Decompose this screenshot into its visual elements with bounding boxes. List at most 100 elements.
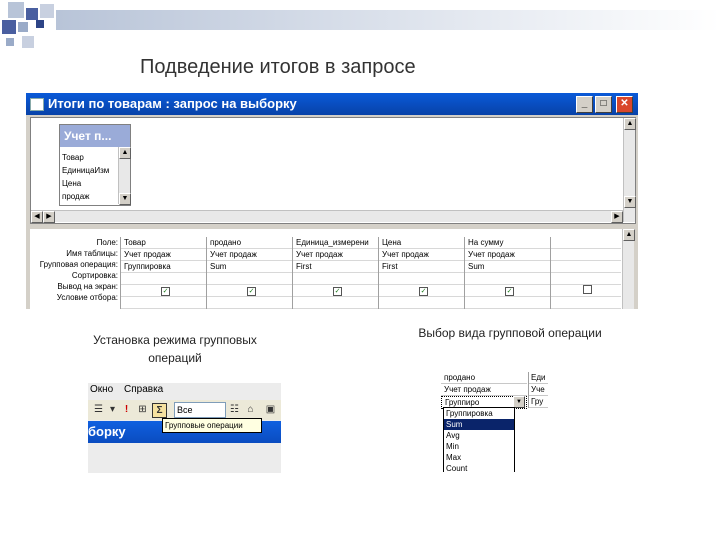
toolbar-screenshot: Окно Справка ☰ ▾ ! ⊞ Σ Все ☷ ⌂ ▣ борку Г…	[88, 383, 281, 473]
show-table-icon[interactable]: ⊞	[136, 403, 149, 416]
tables-pane-vscroll[interactable]: ▲ ▼	[623, 118, 636, 222]
dropdown-option-selected[interactable]: Sum	[444, 419, 514, 430]
grid-field-cell[interactable]: Цена	[379, 237, 465, 249]
show-checkbox-empty[interactable]	[583, 285, 592, 294]
grid-criteria-cell[interactable]	[207, 297, 293, 309]
top-decor-bar	[56, 10, 720, 30]
dropdown-arrow-icon[interactable]: ▾	[106, 403, 119, 416]
grid-criteria-cell[interactable]	[379, 297, 465, 309]
scroll-right-icon[interactable]: ▶	[43, 211, 55, 223]
grid-op-cell[interactable]	[551, 261, 621, 273]
totals-sigma-icon[interactable]: Σ	[152, 403, 167, 418]
grid-column[interactable]: Цена Учет продаж First ✓	[378, 237, 465, 309]
menu-item-window[interactable]: Окно	[90, 383, 113, 397]
grid-vscroll[interactable]: ▲	[622, 229, 635, 309]
group-operation-dropdown[interactable]: Группировка Sum Avg Min Max Count	[443, 407, 515, 472]
grid-table-cell[interactable]: Учет продаж	[121, 249, 207, 261]
field-list-scrollbar[interactable]: ▲ ▼	[118, 147, 131, 205]
grid-table-cell[interactable]: Учет продаж	[379, 249, 465, 261]
grid-op-cell[interactable]: First	[293, 261, 379, 273]
scroll-down-icon[interactable]: ▼	[119, 193, 131, 205]
dropdown-option[interactable]: Группировка	[444, 408, 514, 419]
grid-op-cell[interactable]: First	[379, 261, 465, 273]
show-checkbox[interactable]: ✓	[247, 287, 256, 296]
grid-show-cell[interactable]: ✓	[207, 285, 293, 297]
grid-column[interactable]	[550, 237, 621, 309]
grid-show-cell[interactable]: ✓	[465, 285, 551, 297]
grid-sort-cell[interactable]	[207, 273, 293, 285]
grid-criteria-cell[interactable]	[465, 297, 551, 309]
grid-table-cell[interactable]: Учет продаж	[293, 249, 379, 261]
dropdown-option[interactable]: Count	[444, 463, 514, 472]
minimize-button[interactable]: _	[576, 96, 593, 113]
caption-left: Установка режима групповых операций	[93, 333, 257, 365]
show-checkbox[interactable]: ✓	[505, 287, 514, 296]
run-icon[interactable]: !	[120, 403, 133, 416]
builder-icon[interactable]: ⌂	[244, 403, 257, 416]
grid-column[interactable]: продано Учет продаж Sum ✓	[206, 237, 293, 309]
grid-show-cell[interactable]: ✓	[379, 285, 465, 297]
grid-field-cell[interactable]: Товар	[121, 237, 207, 249]
grid-op-cell[interactable]: Группировка	[121, 261, 207, 273]
scroll-left-icon[interactable]: ◀	[31, 211, 43, 223]
grid-cell[interactable]: Гру	[529, 396, 548, 408]
grid-table-cell[interactable]	[551, 249, 621, 261]
window-icon[interactable]: ▣	[264, 403, 277, 416]
grid-cell[interactable]: Учет продаж	[441, 384, 527, 396]
grid-cell[interactable]: Еди	[529, 372, 548, 384]
grid-field-cell[interactable]: На сумму	[465, 237, 551, 249]
grid-criteria-cell[interactable]	[551, 297, 621, 309]
row-label: Вывод на экран:	[57, 282, 118, 291]
dropdown-option[interactable]: Max	[444, 452, 514, 463]
menu-item-help[interactable]: Справка	[124, 383, 163, 397]
grid-sort-cell[interactable]	[465, 273, 551, 285]
grid-field-cell[interactable]: Единица_измерени	[293, 237, 379, 249]
totals-tooltip: Групповые операции	[162, 418, 262, 433]
grid-cell[interactable]: Уче	[529, 384, 548, 396]
grid-column[interactable]: На сумму Учет продаж Sum ✓	[464, 237, 551, 309]
top-values-select[interactable]: Все	[174, 402, 226, 418]
grid-op-cell[interactable]: Sum	[465, 261, 551, 273]
decor-square	[40, 4, 54, 18]
grid-column[interactable]: Товар Учет продаж Группировка ✓	[120, 237, 207, 309]
field-item[interactable]: ЕдиницаИзм	[62, 164, 109, 177]
field-item[interactable]: Товар	[62, 151, 109, 164]
scroll-right-icon[interactable]: ▶	[611, 211, 623, 223]
show-checkbox[interactable]: ✓	[419, 287, 428, 296]
field-item[interactable]: продаж	[62, 190, 109, 203]
grid-sort-cell[interactable]	[379, 273, 465, 285]
scroll-up-icon[interactable]: ▲	[624, 118, 636, 130]
maximize-button[interactable]: □	[595, 96, 612, 113]
grid-op-cell[interactable]: Sum	[207, 261, 293, 273]
grid-criteria-cell[interactable]	[121, 297, 207, 309]
dropdown-option[interactable]: Min	[444, 441, 514, 452]
query-window-titlebar[interactable]: Итоги по товарам : запрос на выборку _ □…	[26, 93, 638, 115]
scroll-down-icon[interactable]: ▼	[624, 196, 636, 208]
grid-sort-cell[interactable]	[293, 273, 379, 285]
scroll-up-icon[interactable]: ▲	[623, 229, 635, 241]
grid-show-cell[interactable]: ✓	[121, 285, 207, 297]
source-table[interactable]: Учет п... Товар ЕдиницаИзм Цена продаж ▲…	[59, 124, 131, 206]
menu-bar: Окно Справка	[88, 383, 281, 397]
grid-field-cell[interactable]	[551, 237, 621, 249]
lines-icon[interactable]: ☰	[92, 403, 105, 416]
grid-column[interactable]: Единица_измерени Учет продаж First ✓	[292, 237, 379, 309]
tables-pane-hscroll[interactable]: ◀ ▶ ▶	[31, 210, 623, 223]
grid-cell[interactable]: продано	[441, 372, 527, 384]
grid-table-cell[interactable]: Учет продаж	[207, 249, 293, 261]
grid-show-cell[interactable]: ✓	[293, 285, 379, 297]
scroll-up-icon[interactable]: ▲	[119, 147, 131, 159]
show-checkbox[interactable]: ✓	[333, 287, 342, 296]
dropdown-option[interactable]: Avg	[444, 430, 514, 441]
grid-sort-cell[interactable]	[551, 273, 621, 285]
show-checkbox[interactable]: ✓	[161, 287, 170, 296]
grid-show-cell[interactable]	[551, 285, 621, 297]
properties-icon[interactable]: ☷	[228, 403, 241, 416]
grid-sort-cell[interactable]	[121, 273, 207, 285]
field-item[interactable]: Цена	[62, 177, 109, 190]
grid-field-cell[interactable]: продано	[207, 237, 293, 249]
grid-criteria-cell[interactable]	[293, 297, 379, 309]
close-button[interactable]: ✕	[616, 96, 633, 113]
source-table-header[interactable]: Учет п...	[60, 125, 130, 147]
grid-table-cell[interactable]: Учет продаж	[465, 249, 551, 261]
